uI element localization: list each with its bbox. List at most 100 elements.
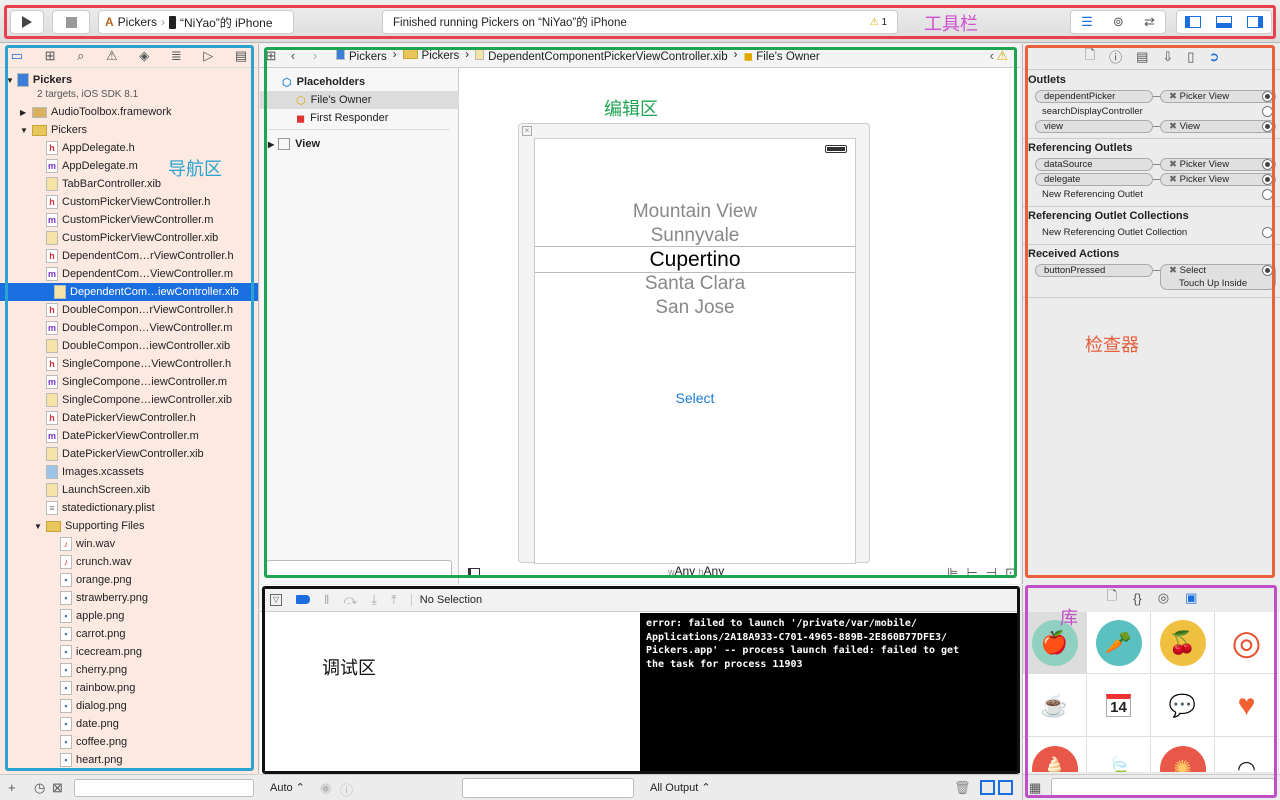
file-item[interactable]: ♪ win.wav [48,535,115,553]
file-item[interactable]: LaunchScreen.xib [34,481,150,499]
assistant-editor-icon[interactable]: ⊚ [1113,14,1124,30]
quick-look-icon[interactable]: ◉ [320,780,331,796]
test-navigator-icon[interactable]: ◈ [139,48,149,64]
resolve-icon[interactable]: ⊣ [986,565,997,581]
file-item[interactable]: h DependentCom…rViewController.h [34,247,234,265]
library-item-coffee[interactable]: ☕ [1023,675,1087,737]
info-icon[interactable]: ⓘ [340,780,353,799]
issue-navigator-icon[interactable]: ⚠ [106,48,118,64]
outlet-name[interactable]: view [1035,120,1153,133]
navigator-toggle-icon[interactable] [1184,16,1201,28]
file-item[interactable]: DependentCom…iewController.xib [0,283,258,301]
file-item[interactable]: CustomPickerViewController.xib [34,229,218,247]
outlet-name[interactable]: buttonPressed [1035,264,1153,277]
utilities-toggle-icon[interactable] [1247,16,1264,28]
file-item[interactable]: m DependentCom…ViewController.m [34,265,233,283]
select-button[interactable]: Select [535,390,855,406]
outline-first-responder[interactable]: ◼ First Responder [296,109,388,127]
identity-inspector-icon[interactable]: ▤ [1136,49,1148,65]
connection-target[interactable]: ✖ View [1160,120,1276,133]
connection-circle[interactable] [1262,174,1273,185]
library-item-lifebuoy[interactable]: ◎ [1215,612,1279,674]
align-icon[interactable]: ⊫ [947,565,958,581]
close-icon[interactable]: × [522,126,532,136]
recent-files-icon[interactable]: ◷ [34,780,45,796]
pause-icon[interactable]: ‖ [324,592,329,607]
file-item[interactable]: ▪ icecream.png [48,643,142,661]
file-item[interactable]: TabBarController.xib [34,175,161,193]
connection-circle[interactable] [1262,121,1273,132]
file-item[interactable]: ▪ dialog.png [48,697,127,715]
disclosure-icon[interactable]: ▼ [34,522,46,531]
unsaved-filter-icon[interactable]: ⊠ [52,780,63,796]
file-item[interactable]: m DoubleCompon…ViewController.m [34,319,232,337]
file-item[interactable]: m DatePickerViewController.m [34,427,199,445]
project-navigator-icon[interactable]: ▭ [11,48,23,64]
connection-circle[interactable] [1262,265,1273,276]
size-inspector-icon[interactable]: ▯ [1187,49,1194,65]
add-icon[interactable]: + [8,780,16,795]
connection-target[interactable]: ✖ Picker View [1160,90,1276,103]
breadcrumb-group[interactable]: Pickers [402,48,459,63]
file-template-icon[interactable]: 🗋 [1107,587,1117,609]
file-item[interactable]: m AppDelegate.m [34,157,138,175]
file-item[interactable]: ▪ carrot.png [48,625,126,643]
show-variables-icon[interactable] [980,780,995,795]
warning-icon[interactable]: ⚠ [996,48,1008,64]
object-library-icon[interactable]: ◎ [1158,590,1169,606]
file-item[interactable]: ▶ AudioToolbox.framework [20,103,171,121]
library-item-calendar[interactable]: 14 [1087,675,1151,737]
file-item[interactable]: h SingleCompone…ViewController.h [34,355,231,373]
library-item-orange[interactable]: ✺ [1151,738,1215,772]
quick-help-icon[interactable]: ⓘ [1109,47,1122,66]
step-into-icon[interactable]: ⤓ [371,592,377,608]
file-item[interactable]: ▼ Pickers [20,121,87,139]
filter-input[interactable] [74,779,254,797]
outlet-name[interactable]: delegate [1035,173,1153,186]
breadcrumb-project[interactable]: Pickers [336,48,387,63]
picker-row[interactable]: Santa Clara [535,273,855,295]
breakpoint-navigator-icon[interactable]: ▷ [203,48,213,64]
file-item[interactable]: ▪ strawberry.png [48,589,148,607]
file-item[interactable]: ▪ coffee.png [48,733,127,751]
file-item[interactable]: h AppDelegate.h [34,139,135,157]
picker-row-selected[interactable]: Cupertino [535,248,855,272]
outlet-name[interactable]: dataSource [1035,158,1153,171]
back-icon[interactable]: ‹ [282,48,304,63]
run-button[interactable] [10,10,44,34]
file-item[interactable]: h DoubleCompon…rViewController.h [34,301,233,319]
file-item[interactable]: DoubleCompon…iewController.xib [34,337,230,355]
symbol-navigator-icon[interactable]: ⊞ [45,48,56,64]
disclosure-icon[interactable]: ▼ [20,126,32,135]
file-item[interactable]: ▪ date.png [48,715,119,733]
breadcrumb-file[interactable]: DependentComponentPickerViewController.x… [475,48,728,63]
previous-issue-icon[interactable]: ‹ [990,48,994,63]
disclosure-icon[interactable]: ▶ [20,108,32,117]
file-item[interactable]: h DatePickerViewController.h [34,409,196,427]
file-item[interactable]: ▪ orange.png [48,571,132,589]
size-class-control[interactable]: wAny hAny [668,564,724,578]
connection-target[interactable]: ✖ Picker View [1160,173,1276,186]
outline-filter-input[interactable] [266,560,452,578]
variables-filter-input[interactable] [462,778,634,798]
file-item[interactable]: m CustomPickerViewController.m [34,211,213,229]
warning-badge[interactable]: ⚠ 1 [870,17,887,28]
breadcrumb-object[interactable]: ◼ File's Owner [743,49,819,63]
file-item[interactable]: m SingleCompone…iewController.m [34,373,227,391]
debug-toggle-icon[interactable] [1215,16,1232,28]
library-item-dialog[interactable]: 💬 [1151,675,1215,737]
breakpoints-icon[interactable] [296,595,310,604]
file-item[interactable]: ▪ apple.png [48,607,124,625]
outline-toggle-icon[interactable] [468,568,480,578]
stop-button[interactable] [52,10,90,34]
scheme-selector[interactable]: A Pickers › “NiYao”的 iPhone [98,10,294,34]
pin-icon[interactable]: ⊢ [966,565,977,581]
library-item-carrot[interactable]: 🥕 [1087,612,1151,674]
attributes-inspector-icon[interactable]: ⇩ [1162,49,1173,65]
file-item[interactable]: ▪ cherry.png [48,661,127,679]
standard-editor-icon[interactable]: ☰ [1081,14,1093,30]
trash-icon[interactable]: 🗑 [954,780,971,796]
code-snippet-icon[interactable]: {} [1133,591,1142,606]
variables-scope-select[interactable]: Auto ⌃ [270,781,305,794]
file-item[interactable]: SingleCompone…iewController.xib [34,391,232,409]
